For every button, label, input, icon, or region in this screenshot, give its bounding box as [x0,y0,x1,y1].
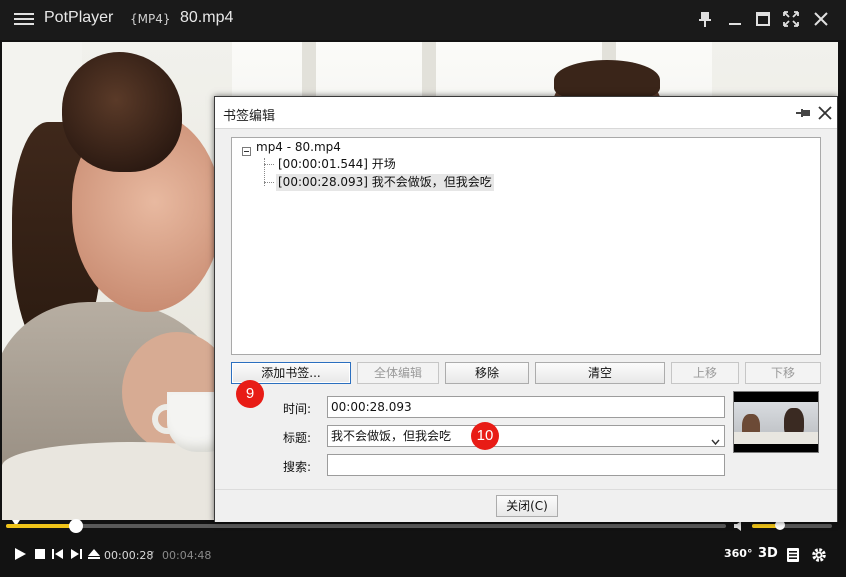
search-input[interactable] [327,454,725,476]
dialog-close-icon[interactable] [817,105,833,121]
title-value: 我不会做饭，但我会吃 [331,429,452,443]
close-icon[interactable] [810,8,832,30]
eject-icon[interactable] [86,546,102,562]
potplayer-window: PotPlayer {MP4} 80.mp4 00:00:28 / 00:04:… [0,0,846,577]
settings-gear-icon[interactable] [810,546,828,564]
move-up-button[interactable]: 上移 [671,362,739,384]
search-label: 搜索: [283,460,312,474]
play-icon[interactable] [12,546,28,562]
dialog-pin-icon[interactable] [795,106,811,120]
move-down-button[interactable]: 下移 [745,362,821,384]
bookmark-tree[interactable]: mp4 - 80.mp4 [00:00:01.544] 开场 [00:00:28… [231,137,821,355]
time-separator: / [150,549,154,562]
3d-video-button[interactable]: 3D [758,546,778,561]
video-figure [554,60,660,100]
menu-icon[interactable] [14,10,34,28]
file-name: 80.mp4 [180,9,234,26]
tree-connector [264,182,274,183]
format-tag: {MP4} [130,12,171,26]
dialog-title-bar[interactable]: 书签编辑 [215,97,837,129]
seek-progress [6,524,76,528]
bookmark-item-label: [00:00:01.544] 开场 [278,157,396,171]
title-combobox[interactable]: 我不会做饭，但我会吃 [327,425,725,447]
chevron-down-icon[interactable] [711,432,720,446]
next-icon[interactable] [68,546,84,562]
video-figure [62,52,182,172]
dialog-title: 书签编辑 [223,109,276,124]
playback-controls: 00:00:28 / 00:04:48 360° 3D [0,538,846,577]
tree-collapse-icon[interactable] [242,147,251,156]
tree-root-file[interactable]: mp4 - 80.mp4 [256,140,341,154]
360-video-button[interactable]: 360° [724,547,752,560]
seek-thumb[interactable] [68,519,83,533]
fullscreen-icon[interactable] [780,8,802,30]
current-time: 00:00:28 [104,549,154,562]
thumbnail-table [734,432,818,444]
time-field[interactable]: 00:00:28.093 [327,396,725,418]
maximize-icon[interactable] [752,8,774,30]
bookmark-item-label: [00:00:28.093] 我不会做饭，但我会吃 [276,174,494,191]
edit-all-button[interactable]: 全体编辑 [357,362,439,384]
pin-icon[interactable] [694,8,716,30]
total-time: 00:04:48 [162,549,212,562]
close-button[interactable]: 关闭(C) [496,495,558,517]
tree-connector [264,164,274,165]
bookmark-edit-dialog: 书签编辑 mp4 - 80.mp4 [00:00:01.544] 开场 [00:… [214,96,838,522]
volume-slider[interactable] [752,520,832,530]
app-name: PotPlayer [44,9,114,26]
callout-marker: 9 [236,380,264,408]
title-bar: PotPlayer {MP4} 80.mp4 [0,0,846,40]
playlist-icon[interactable] [784,546,802,564]
stop-icon[interactable] [32,546,48,562]
time-label: 时间: [283,402,312,416]
minimize-icon[interactable] [724,8,746,30]
callout-marker: 10 [471,422,499,450]
remove-button[interactable]: 移除 [445,362,529,384]
bookmark-thumbnail [733,391,819,453]
title-label: 标题: [283,431,312,445]
previous-icon[interactable] [50,546,66,562]
clear-button[interactable]: 清空 [535,362,665,384]
seek-bar[interactable] [6,519,726,533]
dialog-footer: 关闭(C) [215,489,837,522]
